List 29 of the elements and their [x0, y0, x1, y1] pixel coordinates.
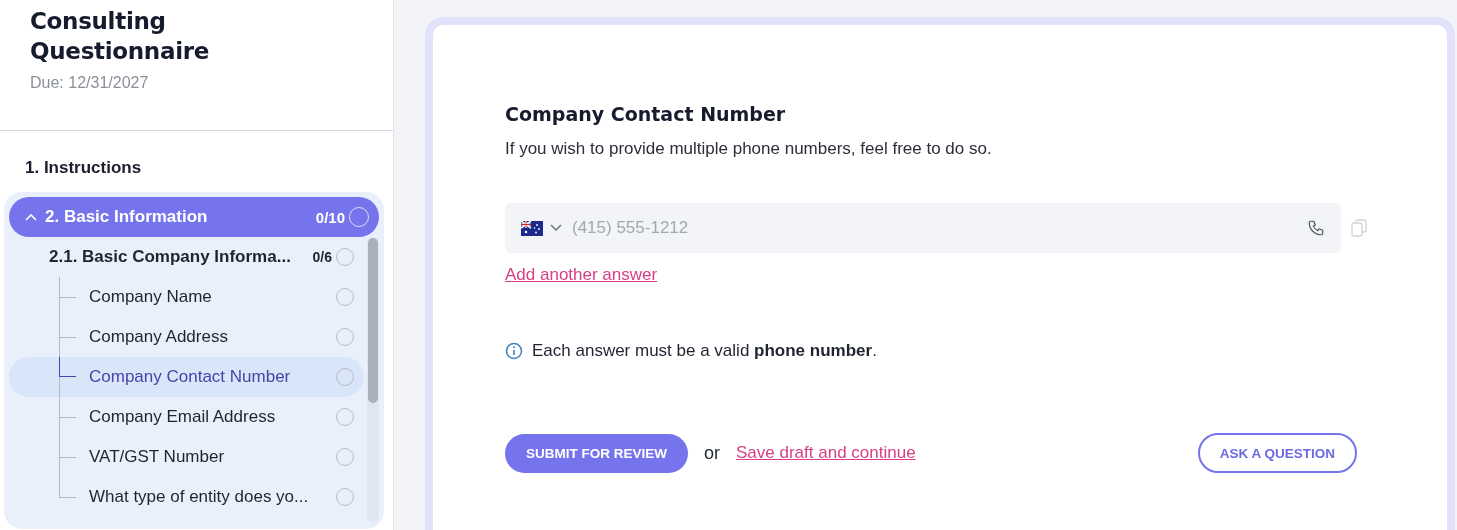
phone-field[interactable]: (415) 555-1212 [505, 203, 1341, 253]
section-header[interactable]: 2. Basic Information 0/10 [9, 197, 379, 237]
validation-note: Each answer must be a valid phone number. [532, 341, 877, 361]
question-item[interactable]: Company Email Address [9, 397, 364, 437]
submit-button[interactable]: SUBMIT FOR REVIEW [505, 433, 688, 473]
question-item[interactable]: Company Contact Number [9, 357, 364, 397]
question-item[interactable]: What type of entity does yo... [9, 477, 364, 517]
flag-icon [521, 220, 543, 236]
save-draft-link[interactable]: Save draft and continue [736, 443, 1198, 463]
question-item[interactable]: Company Name [9, 277, 364, 317]
question-description: If you wish to provide multiple phone numbers, feel free to do so. [505, 139, 993, 159]
scrollbar-thumb[interactable] [368, 238, 378, 403]
phone-icon[interactable] [1307, 219, 1325, 237]
add-answer-link[interactable]: Add another answer [505, 265, 658, 285]
questionnaire-title: Consulting Questionnaire [30, 7, 211, 66]
question-item[interactable]: Company Address [9, 317, 364, 357]
progress-count: 0/6 [312, 249, 332, 265]
question-item[interactable]: VAT/GST Number [9, 437, 364, 477]
subsection-item[interactable]: 2.1. Basic Company Informa... [49, 247, 313, 267]
info-icon [505, 342, 523, 360]
ask-question-button[interactable]: ASK A QUESTION [1197, 433, 1357, 473]
chevron-up-icon [25, 213, 37, 221]
question-title: Company Contact Number [505, 103, 787, 125]
or-text: or [704, 442, 720, 464]
progress-count: 0/10 [315, 208, 345, 226]
phone-input-field[interactable]: (415) 555-1212 [570, 217, 1307, 239]
due-date: Due: 12/31/2027 [30, 74, 150, 92]
section-item[interactable]: 1. Instructions [9, 155, 383, 192]
caret-icon[interactable] [550, 224, 562, 232]
